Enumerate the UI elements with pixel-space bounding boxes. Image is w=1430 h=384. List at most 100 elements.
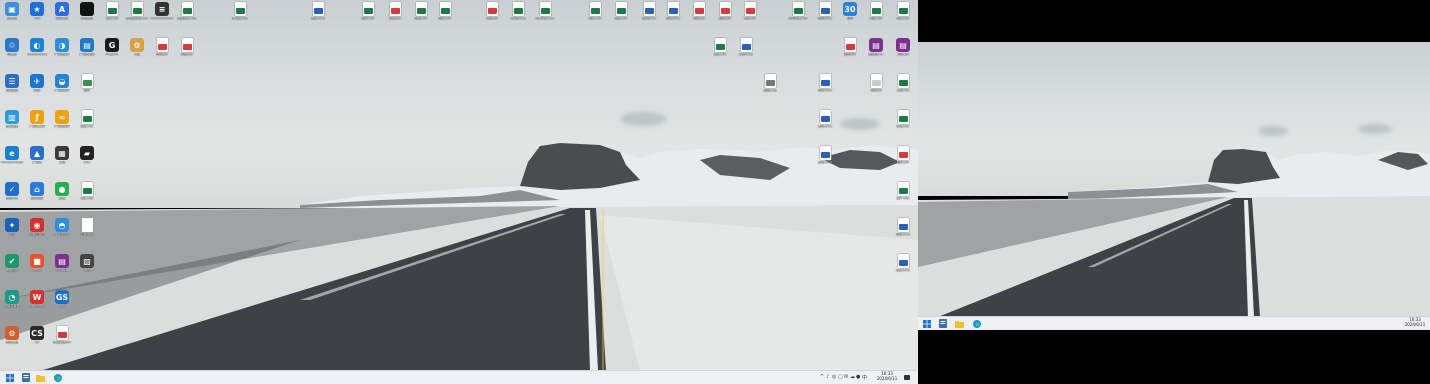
- desktop-icon[interactable]: 台账.xlsx: [609, 2, 633, 21]
- tray-icon[interactable]: ♪: [826, 374, 829, 380]
- desktop-icon[interactable]: ✔ 电脑管家: [0, 254, 24, 273]
- desktop-icon[interactable]: ▲ 广联达: [25, 146, 49, 165]
- desktop-icon[interactable]: 交底.docx: [813, 110, 837, 129]
- desktop-icon[interactable]: e Microsoft Edge: [0, 146, 24, 165]
- desktop-icon[interactable]: 通知.docx: [813, 146, 837, 165]
- desktop-icon[interactable]: 截图.png: [758, 74, 782, 93]
- desktop-icon[interactable]: ♲ 回收站: [0, 38, 24, 57]
- desktop-icon[interactable]: 结算.xlsx: [433, 2, 457, 21]
- tray-icon[interactable]: ◎: [832, 374, 836, 380]
- desktop-icon[interactable]: 资料.pdf: [383, 2, 407, 21]
- desktop-icon[interactable]: ▰ CAD: [75, 146, 99, 165]
- desktop-icon[interactable]: ▤ 项目.zip: [891, 38, 915, 57]
- desktop-icon[interactable]: 核对.pdf: [713, 2, 737, 21]
- desktop-icon[interactable]: ◒ 广联达助手: [50, 74, 74, 93]
- desktop-icon[interactable]: ✦ 蓝牙: [0, 218, 24, 237]
- edge-browser-icon[interactable]: [53, 373, 62, 382]
- desktop-icon[interactable]: 审核.pdf: [480, 2, 504, 21]
- desktop-icon[interactable]: ƒ 广联达工程: [25, 110, 49, 129]
- desktop-icon[interactable]: ◉ 网易云音乐: [25, 218, 49, 237]
- desktop-icon[interactable]: 汇总表.xlsx: [228, 2, 252, 21]
- desktop-icon[interactable]: 统计.pdf: [738, 2, 762, 21]
- desktop-icon[interactable]: ▤ WinRAR: [50, 254, 74, 273]
- desktop-icon[interactable]: ✓ 安全中心: [0, 182, 24, 201]
- desktop-icon[interactable]: G Kingdee: [100, 38, 124, 57]
- desktop-icon[interactable]: ▣ 此电脑: [0, 2, 24, 21]
- desktop-icon[interactable]: 工期.xlsx: [891, 74, 915, 93]
- desktop-icon[interactable]: ◔ 广联达算量: [0, 290, 24, 309]
- desktop-icon[interactable]: ✈ 网络: [25, 74, 49, 93]
- desktop-icon[interactable]: 报价.docx: [813, 74, 837, 93]
- desktop-icon[interactable]: 合同台账.xlsx: [786, 2, 810, 21]
- desktop-icon[interactable]: ⚙ 测试工具: [0, 326, 24, 345]
- desktop-icon[interactable]: 笔记.docx: [891, 254, 915, 273]
- desktop-icon[interactable]: 材料.xlsx: [583, 2, 607, 21]
- start-icon[interactable]: [922, 319, 931, 328]
- desktop-icon[interactable]: 计划.xlsx: [891, 110, 915, 129]
- tray-icon[interactable]: 中: [862, 374, 867, 381]
- folder-icon[interactable]: [36, 373, 45, 382]
- desktop-icon[interactable]: 报告.pdf: [175, 38, 199, 57]
- file-manager-icon[interactable]: [21, 373, 30, 382]
- taskbar-clock[interactable]: 10:33 2024/6/11: [1402, 317, 1428, 327]
- tray-icon[interactable]: ☁: [850, 374, 855, 380]
- tray-icon[interactable]: ●: [856, 374, 860, 380]
- desktop-icon[interactable]: ◐ EasyConnect: [25, 38, 49, 57]
- desktop-icon[interactable]: 申请.pdf: [687, 2, 711, 21]
- desktop-icon[interactable]: ≡ Characteristics: [150, 2, 174, 21]
- desktop-icon[interactable]: 简历.docx: [813, 2, 837, 21]
- desktop-icon[interactable]: 对比.xlsx: [708, 38, 732, 57]
- desktop-icon[interactable]: ▥ 远程桌面: [0, 110, 24, 129]
- desktop-icon[interactable]: 账号信息: [75, 2, 99, 21]
- desktop-icon[interactable]: 汇报.docx: [734, 38, 758, 57]
- desktop-icon[interactable]: ◑ 广联达软件: [50, 38, 74, 57]
- desktop-icon[interactable]: ● 微信: [50, 182, 74, 201]
- desktop-icon[interactable]: 分析.xlsx: [891, 2, 915, 21]
- desktop-icon[interactable]: ◓ 广联达服务: [50, 218, 74, 237]
- desktop-icon[interactable]: 工程量.xlsx: [506, 2, 530, 21]
- desktop-icon[interactable]: 图纸.pdf: [838, 38, 862, 57]
- desktop-icon[interactable]: 核算.pdf: [891, 146, 915, 165]
- desktop-icon[interactable]: 记录.docx: [661, 2, 685, 21]
- desktop-icon[interactable]: 图片: [75, 74, 99, 93]
- start-icon[interactable]: [5, 373, 14, 382]
- desktop-icon[interactable]: 数据统计表.xlsx: [125, 2, 149, 21]
- desktop-icon[interactable]: ▤ 广联达管理: [75, 38, 99, 57]
- desktop-icon[interactable]: ★ Trae: [25, 2, 49, 21]
- desktop-icon[interactable]: 开发文档.pdf: [50, 326, 74, 345]
- desktop-icon[interactable]: 数据汇总.xlsx: [175, 2, 199, 21]
- tray-icon[interactable]: ✉: [844, 374, 848, 380]
- desktop-icon[interactable]: 预算.xlsx: [356, 2, 380, 21]
- file-manager-icon[interactable]: [938, 319, 947, 328]
- desktop-icon[interactable]: 客户.xlsx: [891, 182, 915, 201]
- tray-icon[interactable]: ^: [820, 374, 824, 380]
- taskbar-clock[interactable]: 10:33 2024/6/11: [874, 371, 900, 381]
- desktop-icon[interactable]: ∞ 广联达预算: [50, 110, 74, 129]
- desktop-icon[interactable]: 清单.xlsx: [75, 182, 99, 201]
- desktop-icon[interactable]: 会议.docx: [891, 218, 915, 237]
- desktop-icon[interactable]: 草稿.txt: [864, 74, 888, 93]
- desktop-icon[interactable]: ⌂ 应用商店: [25, 182, 49, 201]
- desktop-icon[interactable]: ☰ 控制面板: [0, 74, 24, 93]
- edge-browser-icon[interactable]: [972, 319, 981, 328]
- desktop-icon[interactable]: A 链接工具: [50, 2, 74, 21]
- desktop-icon[interactable]: W WPS Office: [25, 290, 49, 309]
- desktop-icon[interactable]: 方案.docx: [306, 2, 330, 21]
- desktop-icon[interactable]: 合同.pdf: [150, 38, 174, 57]
- desktop-icon[interactable]: 工作.xlsx: [100, 2, 124, 21]
- desktop-icon[interactable]: 记录.xlsx: [75, 218, 99, 237]
- desktop-icon[interactable]: 表格.xlsx: [75, 110, 99, 129]
- desktop-icon[interactable]: ▧ 游戏: [75, 254, 99, 273]
- desktop-icon[interactable]: 进度.xlsx: [864, 2, 888, 21]
- folder-icon[interactable]: [955, 319, 964, 328]
- desktop-icon[interactable]: ▤ 压缩包.rar: [864, 38, 888, 57]
- desktop-icon[interactable]: 清单计价.xlsx: [533, 2, 557, 21]
- desktop-icon[interactable]: ■ Office: [25, 254, 49, 273]
- desktop-icon[interactable]: CS CS: [25, 326, 49, 345]
- tray-icon[interactable]: ▢: [838, 374, 843, 380]
- desktop-icon[interactable]: ▦ 工程: [50, 146, 74, 165]
- notification-icon[interactable]: [903, 374, 910, 381]
- desktop-icon[interactable]: ⚙ 工具: [125, 38, 149, 57]
- desktop-icon[interactable]: 30 日历: [838, 2, 862, 21]
- desktop-icon[interactable]: GS GS: [50, 290, 74, 309]
